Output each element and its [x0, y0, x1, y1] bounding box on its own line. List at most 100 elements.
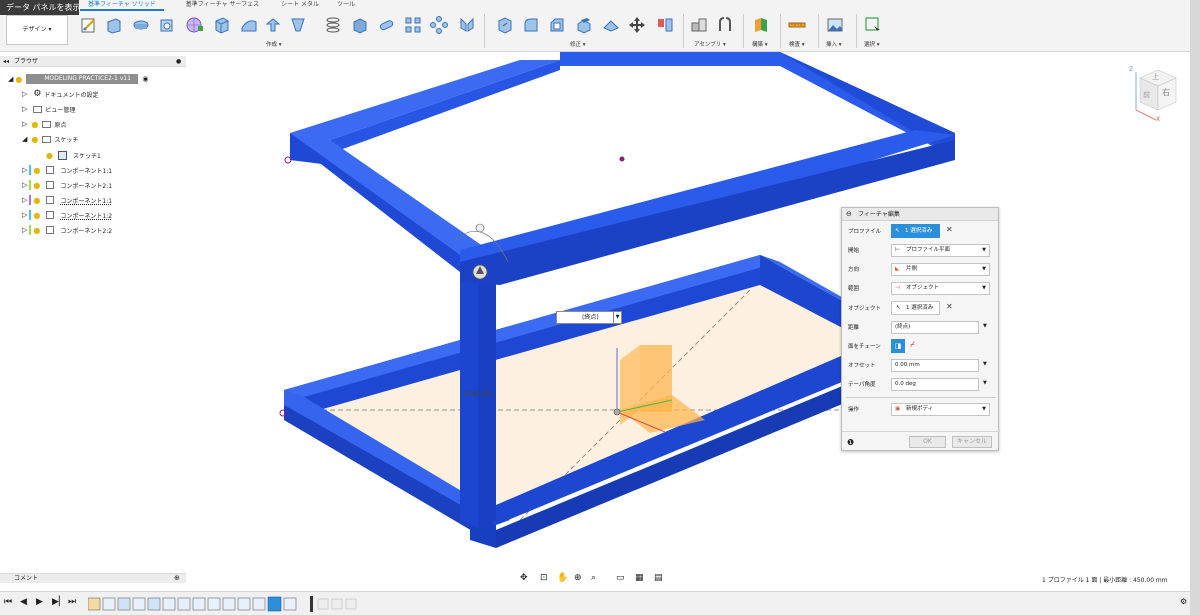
chevron-down-icon[interactable]: ▼: [613, 312, 621, 323]
browser-root[interactable]: ◢ ● MODELING PRACTICE2-1 v11 ◉: [8, 73, 148, 85]
offset-plane-icon[interactable]: [752, 16, 770, 34]
collapse-icon[interactable]: ◂◂: [3, 56, 9, 67]
tab-tools[interactable]: ツール: [329, 0, 363, 11]
info-icon[interactable]: ❶: [847, 438, 854, 447]
timeline-feature[interactable]: [222, 597, 236, 611]
expand-icon[interactable]: ▷: [22, 90, 27, 98]
tree-item-origin[interactable]: ▷ ● 原点: [22, 118, 66, 130]
taper-field[interactable]: 0.0 deg: [891, 378, 979, 391]
timeline-feature[interactable]: [207, 597, 221, 611]
flip-icon[interactable]: ⌿: [910, 340, 915, 350]
timeline-feature[interactable]: [331, 598, 343, 610]
extrude-icon[interactable]: [105, 16, 123, 34]
expand-icon[interactable]: ▷: [22, 181, 27, 189]
tree-item-sketch1[interactable]: ● スケッチ1: [46, 149, 101, 161]
data-panel-button[interactable]: データ パネルを表示: [0, 0, 81, 15]
chevron-down-icon[interactable]: ▼: [983, 361, 987, 367]
chevron-down-icon[interactable]: ▼: [983, 323, 987, 329]
timeline-feature[interactable]: [147, 597, 161, 611]
expand-icon[interactable]: ▷: [22, 211, 27, 219]
timeline-feature[interactable]: [177, 597, 191, 611]
circular-pattern-icon[interactable]: [430, 16, 448, 34]
coil-icon[interactable]: [324, 16, 342, 34]
bulb-icon[interactable]: ●: [33, 226, 40, 235]
bulb-icon[interactable]: ●: [33, 211, 40, 220]
timeline-feature[interactable]: [162, 597, 176, 611]
group-inspect-label[interactable]: 検査 ▾: [789, 40, 805, 48]
pipe-icon[interactable]: [378, 16, 396, 34]
tree-item-component[interactable]: ▷ ● コンポーネント1:2: [22, 209, 112, 221]
chamfer-icon[interactable]: [548, 16, 566, 34]
group-select-label[interactable]: 選択 ▾: [864, 40, 880, 48]
form-icon[interactable]: [186, 16, 204, 34]
timeline-feature[interactable]: [87, 597, 101, 611]
group-assemble-label[interactable]: アセンブリ ▾: [694, 40, 726, 48]
play-icon[interactable]: ▶: [36, 597, 43, 607]
select-icon[interactable]: [864, 16, 882, 34]
timeline-feature[interactable]: [132, 597, 146, 611]
tree-item-component[interactable]: ▷ ● コンポーネント2:1: [22, 179, 112, 191]
align-icon[interactable]: [656, 16, 674, 34]
loft-icon[interactable]: [289, 16, 307, 34]
viewport-canvas[interactable]: [186, 52, 1190, 570]
operation-dropdown[interactable]: ▣ 新規ボディ ▼: [891, 403, 990, 416]
expand-icon[interactable]: ◢: [8, 75, 13, 83]
radio-icon[interactable]: ◉: [142, 75, 148, 83]
add-comment-icon[interactable]: ⊕: [174, 574, 180, 582]
bulb-icon[interactable]: ●: [33, 196, 40, 205]
offset-field[interactable]: 0.00 mm: [891, 359, 979, 372]
expand-icon[interactable]: ▷: [22, 196, 27, 204]
group-modify-label[interactable]: 修正 ▾: [570, 40, 586, 48]
cube-icon[interactable]: [351, 16, 369, 34]
sketch-icon[interactable]: [80, 16, 98, 34]
cancel-button[interactable]: キャンセル: [952, 436, 992, 448]
insert-image-icon[interactable]: [826, 16, 844, 34]
fillet-icon[interactable]: [240, 16, 258, 34]
tab-solid[interactable]: 基準フィーチャ ソリッド: [80, 0, 164, 11]
group-insert-label[interactable]: 挿入 ▾: [826, 40, 842, 48]
orbit-icon[interactable]: ✥: [520, 573, 528, 583]
step-back-icon[interactable]: ◀: [20, 597, 27, 607]
expand-icon[interactable]: ◢: [22, 135, 27, 143]
arrow-icon[interactable]: [264, 16, 282, 34]
timeline-marker[interactable]: [310, 596, 313, 612]
expand-icon[interactable]: ▷: [22, 226, 27, 234]
go-to-end-icon[interactable]: ⏭: [68, 597, 76, 607]
extent-dropdown[interactable]: ⊣ オブジェクト ▼: [891, 282, 990, 295]
object-select-button[interactable]: ↖ 1 選択済み: [891, 301, 940, 315]
tab-sheet-metal[interactable]: シート メタル: [273, 0, 327, 11]
sketch-point[interactable]: [619, 156, 625, 162]
group-create-label[interactable]: 作成 ▾: [266, 40, 282, 48]
comment-panel-header[interactable]: コメント ⊕: [0, 573, 186, 583]
display-settings-icon[interactable]: ▭: [616, 573, 625, 583]
window-scrollbar[interactable]: [1190, 0, 1200, 615]
fit-icon[interactable]: ⌕: [591, 573, 596, 583]
tree-item-views[interactable]: ▷ ビュー管理: [22, 103, 75, 115]
pin-icon[interactable]: ●: [176, 56, 181, 67]
distance-field[interactable]: (終点): [891, 321, 979, 334]
timeline-feature[interactable]: [252, 597, 266, 611]
collapse-icon[interactable]: ⊖: [846, 208, 852, 221]
timeline-feature[interactable]: [117, 597, 131, 611]
tree-item-component[interactable]: ▷ ● コンポーネント1:1: [22, 164, 112, 176]
look-at-icon[interactable]: ⊡: [540, 573, 548, 583]
workspace-switcher[interactable]: デザイン ▾: [6, 15, 68, 45]
shell-icon[interactable]: [575, 16, 593, 34]
distance-input[interactable]: (終点) ▼: [556, 311, 622, 324]
sweep-icon[interactable]: [158, 16, 176, 34]
expand-icon[interactable]: ▷: [22, 120, 27, 128]
modify-fillet-icon[interactable]: [522, 16, 540, 34]
pan-icon[interactable]: ✋: [557, 573, 568, 583]
expand-icon[interactable]: ▷: [22, 166, 27, 174]
start-dropdown[interactable]: ⊢ プロファイル平面 ▼: [891, 244, 990, 257]
tree-item-sketches[interactable]: ◢ ● スケッチ: [22, 133, 78, 145]
profile-select-button[interactable]: ↖ 1 選択済み: [891, 224, 940, 238]
timeline-feature[interactable]: [317, 598, 329, 610]
bulb-icon[interactable]: ●: [33, 166, 40, 175]
tree-item-doc-settings[interactable]: ▷ ⚙ ドキュメントの設定: [22, 88, 98, 100]
tree-item-component[interactable]: ▷ ● コンポーネント1:1: [22, 194, 112, 206]
timeline-feature[interactable]: [283, 597, 297, 611]
direction-dropdown[interactable]: ◣ 片側 ▼: [891, 263, 990, 276]
group-construct-label[interactable]: 構築 ▾: [752, 40, 768, 48]
view-cube[interactable]: Z X 上 前 右: [1126, 62, 1184, 123]
